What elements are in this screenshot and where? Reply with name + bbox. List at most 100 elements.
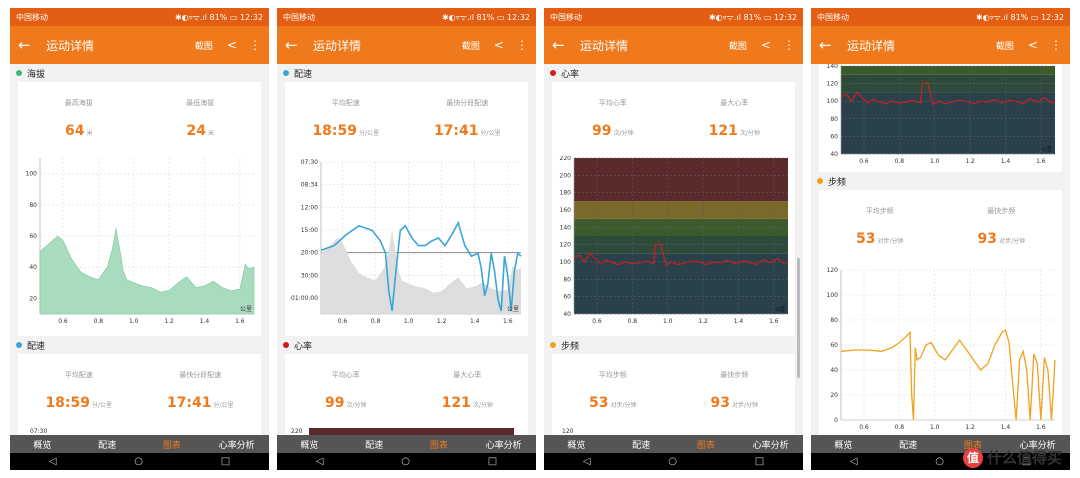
back-arrow-icon[interactable]: ← [819,36,837,54]
app-bar: ← 运动详情 截图 < ⋮ [277,26,536,64]
tab-heart-rate-analysis[interactable]: 心率分析 [204,435,269,453]
nav-recents-icon[interactable]: □ [488,456,497,467]
heart-rate-card: 平均心率 99 次/分钟 最大心率 121 次/分钟 220 [285,354,528,435]
stat-label: 平均步频 [865,207,894,215]
x-tick-label: 1.2 [965,424,975,431]
x-tick-label: 0.6 [859,424,869,431]
x-tick-label: 1.6 [503,318,513,325]
stat-high: 最高海拔 64 米 [18,82,140,156]
heart-rate-zone [574,158,788,202]
stat-unit: 分/公里 [480,130,501,137]
x-tick-label: 1.6 [235,318,245,325]
more-menu-icon[interactable]: ⋮ [516,38,528,52]
more-menu-icon[interactable]: ⋮ [1050,38,1062,52]
more-menu-icon[interactable]: ⋮ [249,38,261,52]
tab-pace[interactable]: 配速 [876,435,941,453]
tab-overview[interactable]: 概览 [544,435,609,453]
y-tick-label: 0 [834,417,838,424]
section-header-cadence: 步频 [544,336,803,354]
nav-back-icon[interactable]: ◁ [49,456,57,467]
nav-back-icon[interactable]: ◁ [316,456,324,467]
tab-overview[interactable]: 概览 [811,435,876,453]
pace-card: 平均配速 18:59 分/公里 最快分段配速 17:41 分/公里 0.6 0.8 1.0 1… [285,82,528,336]
y-tick-label: 100 [827,98,839,105]
stat-value: 18:59 分/公里 [285,120,407,139]
share-icon[interactable]: < [494,38,504,52]
nav-recents-icon[interactable]: □ [755,456,764,467]
tab-heart-rate-analysis[interactable]: 心率分析 [471,435,536,453]
scrollbar[interactable] [797,258,800,378]
tab-charts[interactable]: 图表 [140,435,205,453]
stat-value: 64 米 [18,120,140,139]
back-arrow-icon[interactable]: ← [552,36,570,54]
tab-pace[interactable]: 配速 [342,435,407,453]
stat-number: 99 [591,123,612,139]
nav-back-icon[interactable]: ◁ [850,456,858,467]
y-tick-label: 140 [827,64,839,70]
x-unit-label: 公里 [507,306,519,313]
pace-first-tick: 07:30 [30,428,48,435]
stat-unit: 对步/分钟 [610,402,637,409]
cadence-chart: 0.6 0.8 1.0 1.2 1.4 1.6 120 100 80 60 40 20 0 [827,267,1056,431]
screenshot-button[interactable]: 截图 [729,39,747,52]
tab-pace[interactable]: 配速 [609,435,674,453]
nav-home-icon[interactable]: ○ [935,456,944,467]
y-tick-label: 80 [830,116,838,123]
tab-charts[interactable]: 图表 [674,435,739,453]
share-icon[interactable]: < [1028,38,1038,52]
nav-home-icon[interactable]: ○ [401,456,410,467]
y-tick-label: 120 [827,267,839,274]
tab-overview[interactable]: 概览 [277,435,342,453]
system-nav-bar: ◁ ○ □ [544,453,803,470]
x-tick-label: 1.6 [1036,424,1046,431]
nav-home-icon[interactable]: ○ [668,456,677,467]
share-icon[interactable]: < [227,38,237,52]
screenshot-button[interactable]: 截图 [462,39,480,52]
stat-value: 121 次/分钟 [407,392,529,411]
carrier: 中国移动 [550,12,582,22]
carrier: 中国移动 [283,12,315,22]
stats-row: 平均步频 53 对步/分钟 最快步频 93 对步/分钟 [819,190,1062,264]
content: 心率 平均心率 99 次/分钟 最大心率 121 次/分钟 0.6 0.8 1.0 1.2 1.… [544,64,803,435]
y-tick-label: 200 [560,172,572,179]
back-arrow-icon[interactable]: ← [18,36,36,54]
y-tick-label: 60 [830,342,838,349]
x-tick-label: 1.4 [470,318,480,325]
section-header-pace: 配速 [10,336,269,354]
hr-zone-top [309,428,514,435]
carrier: 中国移动 [817,12,849,22]
tab-charts[interactable]: 图表 [407,435,472,453]
more-menu-icon[interactable]: ⋮ [783,38,795,52]
y-tick-label: 180 [560,190,572,197]
altitude-dot-icon [16,70,22,76]
screenshot-button[interactable]: 截图 [996,39,1014,52]
x-tick-label: 0.8 [628,318,638,325]
stat-label: 平均心率 [331,371,360,379]
phone-altitude: 中国移动 ✱◐▿ᯤ.ıl 81% ▭ 12:32 ← 运动详情 截图 < ⋮ 海拔 最高海… [10,8,269,470]
y-tick-label: 80 [830,317,838,324]
screenshot-button[interactable]: 截图 [195,39,213,52]
x-tick-label: 1.4 [1001,424,1011,431]
nav-home-icon[interactable]: ○ [134,456,143,467]
share-icon[interactable]: < [761,38,771,52]
nav-recents-icon[interactable]: □ [221,456,230,467]
status-bar: 中国移动 ✱◐▿ᯤ.ıl 81% ▭ 12:32 [811,8,1070,26]
system-nav-bar: ◁ ○ □ [10,453,269,470]
tab-pace[interactable]: 配速 [75,435,140,453]
page-title: 运动详情 [313,38,362,53]
y-tick-label: 20:00 [301,250,318,257]
nav-back-icon[interactable]: ◁ [583,456,591,467]
stat-number: 93 [710,395,730,411]
back-arrow-icon[interactable]: ← [285,36,303,54]
tab-heart-rate-analysis[interactable]: 心率分析 [738,435,803,453]
y-tick-label: 60 [830,133,838,140]
tab-overview[interactable]: 概览 [10,435,75,453]
stat-unit: 分/公里 [213,402,234,409]
stat-max: 最大心率 121 次/分钟 [674,82,796,156]
section-title: 配速 [27,341,46,352]
stat-avg: 平均心率 99 次/分钟 [285,354,407,428]
stat-unit: 对步/分钟 [877,238,904,245]
x-tick-label: 1.0 [930,158,940,165]
x-tick-label: 1.4 [200,318,210,325]
x-tick-label: 1.2 [965,158,975,165]
